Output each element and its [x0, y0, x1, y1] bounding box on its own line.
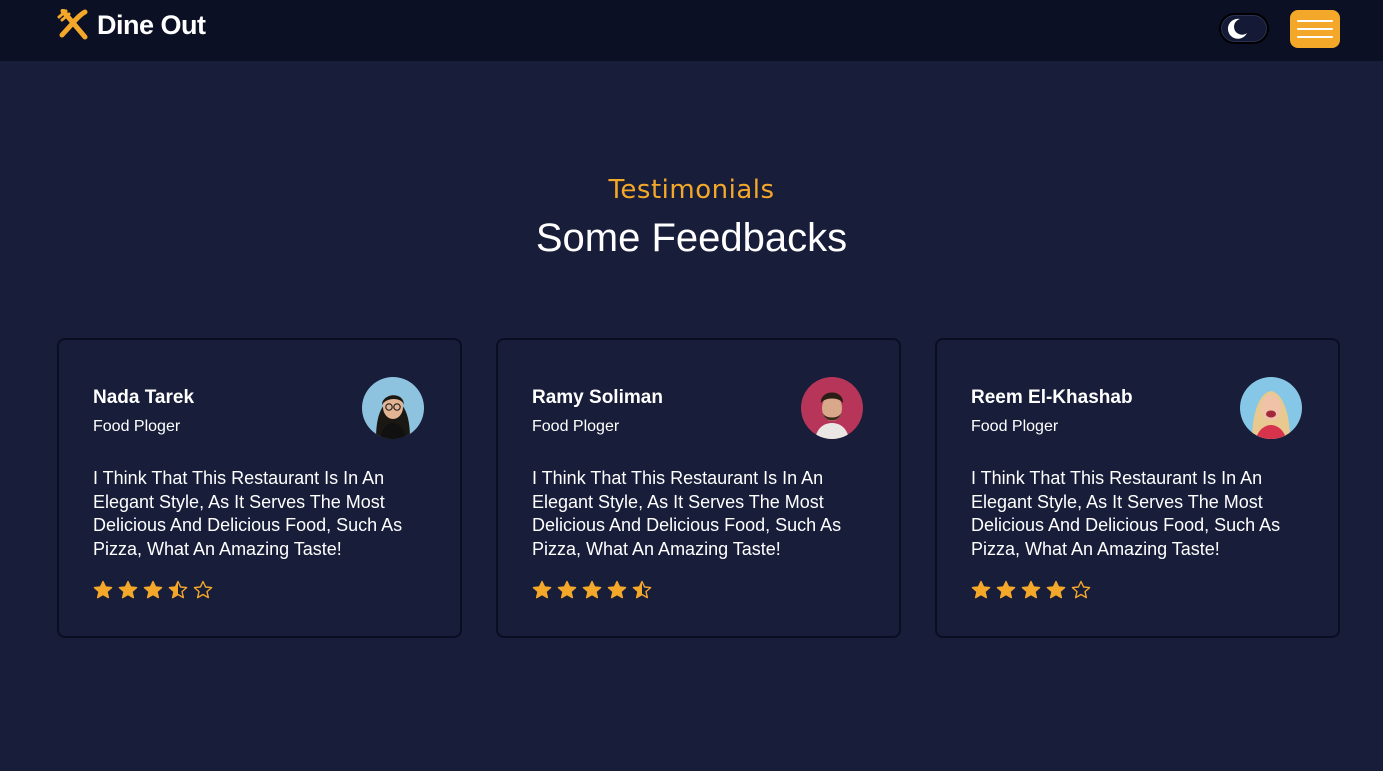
hamburger-menu-button[interactable]	[1290, 10, 1340, 48]
star-filled-icon	[143, 580, 163, 599]
avatar	[801, 377, 863, 439]
star-filled-icon	[607, 580, 627, 599]
star-half-icon	[168, 580, 188, 599]
theme-toggle[interactable]	[1219, 13, 1269, 44]
star-filled-icon	[582, 580, 602, 599]
brand-name: Dine Out	[97, 9, 206, 40]
avatar	[1240, 377, 1302, 439]
reviewer-name: Reem El-Khashab	[971, 387, 1133, 408]
star-empty-icon	[193, 580, 213, 599]
rating-stars	[93, 580, 213, 600]
testimonial-text: I Think That This Restaurant Is In An El…	[93, 468, 403, 559]
star-filled-icon	[996, 580, 1016, 599]
testimonial-text: I Think That This Restaurant Is In An El…	[971, 468, 1281, 559]
testimonial-card: Nada Tarek Food Ploger I Think That This…	[57, 338, 462, 638]
star-filled-icon	[1046, 580, 1066, 599]
moon-icon	[1225, 17, 1249, 46]
testimonial-text: I Think That This Restaurant Is In An El…	[532, 468, 842, 559]
section-title: Some Feedbacks	[535, 216, 848, 260]
rating-stars	[971, 580, 1091, 600]
star-filled-icon	[118, 580, 138, 599]
avatar	[362, 377, 424, 439]
testimonial-card: Ramy Soliman Food Ploger I Think That Th…	[496, 338, 901, 638]
star-half-icon	[632, 580, 652, 599]
star-filled-icon	[1021, 580, 1041, 599]
hamburger-menu-icon	[1297, 36, 1333, 38]
reviewer-role: Food Ploger	[971, 418, 1059, 435]
star-filled-icon	[971, 580, 991, 599]
star-filled-icon	[532, 580, 552, 599]
reviewer-role: Food Ploger	[93, 418, 181, 435]
brand-link[interactable]: Dine Out	[57, 8, 206, 42]
reviewer-name: Ramy Soliman	[532, 387, 663, 408]
fork-knife-icon	[57, 9, 91, 41]
rating-stars	[532, 580, 652, 600]
star-filled-icon	[557, 580, 577, 599]
hamburger-menu-icon	[1297, 28, 1333, 30]
section-eyebrow: Testimonials	[608, 175, 775, 205]
navbar: Dine Out	[0, 0, 1383, 61]
reviewer-role: Food Ploger	[532, 418, 620, 435]
star-empty-icon	[1071, 580, 1091, 599]
hamburger-menu-icon	[1297, 20, 1333, 22]
star-filled-icon	[93, 580, 113, 599]
testimonial-card: Reem El-Khashab Food Ploger I Think That…	[935, 338, 1340, 638]
reviewer-name: Nada Tarek	[93, 387, 195, 408]
